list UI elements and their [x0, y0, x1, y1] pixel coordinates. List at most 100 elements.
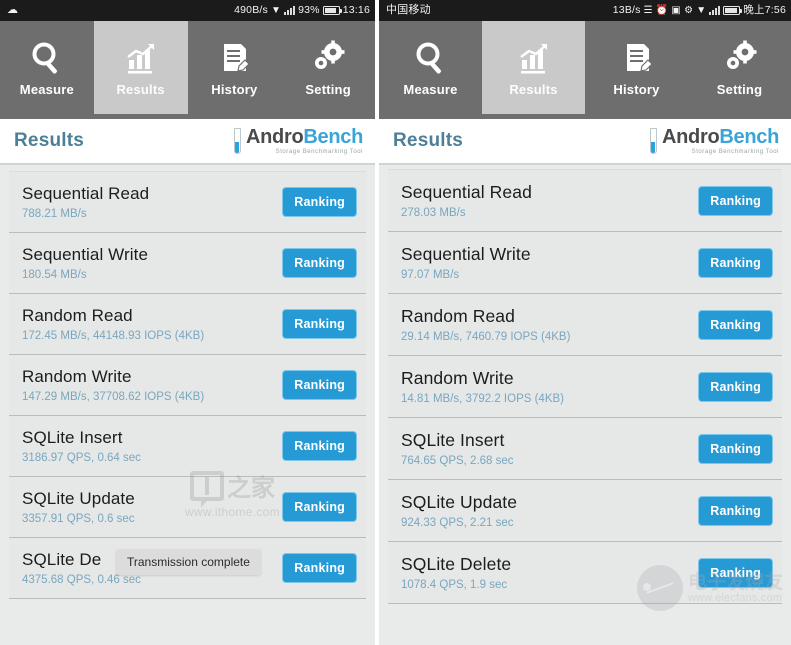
- result-value: 4375.68 QPS, 0.46 sec: [22, 574, 141, 586]
- tab-measure[interactable]: Measure: [379, 21, 482, 114]
- right-status-bar: 中国移动 13B/s ☰ ⏰ ▣ ⚙ ▼ 晚上7:56: [379, 0, 791, 21]
- result-row[interactable]: Sequential Read 278.03 MB/s Ranking: [388, 169, 782, 232]
- left-tab-bar[interactable]: Measure Results History Setting: [0, 21, 375, 114]
- right-tab-bar[interactable]: Measure Results History Setting: [379, 21, 791, 114]
- cloud-icon: ☁: [7, 4, 19, 16]
- ranking-button[interactable]: Ranking: [699, 248, 772, 277]
- screenshot-icon: ▣: [671, 4, 682, 16]
- ranking-button[interactable]: Ranking: [699, 310, 772, 339]
- battery-percent-label: 93%: [298, 4, 320, 17]
- tab-measure-label: Measure: [403, 82, 458, 97]
- ranking-button[interactable]: Ranking: [283, 188, 356, 216]
- alarm-icon: ⏰: [655, 4, 669, 16]
- result-value: 97.07 MB/s: [401, 269, 460, 281]
- result-row[interactable]: Sequential Read 788.21 MB/s Ranking: [9, 171, 366, 233]
- ranking-button[interactable]: Ranking: [283, 371, 356, 399]
- tab-setting[interactable]: Setting: [688, 21, 791, 114]
- result-row[interactable]: SQLite Insert 3186.97 QPS, 0.64 sec Rank…: [9, 416, 366, 477]
- vibrate-icon: ☰: [643, 4, 653, 16]
- clock-label: 13:16: [342, 4, 370, 17]
- logo-subtitle: Storage Benchmarking Tool: [691, 149, 779, 155]
- signal-icon: [284, 6, 296, 15]
- bar-chart-icon: [519, 44, 547, 74]
- result-value: 1078.4 QPS, 1.9 sec: [401, 579, 508, 591]
- gears-icon: [726, 40, 756, 69]
- result-row[interactable]: SQLite Update 924.33 QPS, 2.21 sec Ranki…: [388, 480, 782, 542]
- network-speed-label: 490B/s: [234, 4, 268, 17]
- result-value: 764.65 QPS, 2.68 sec: [401, 455, 514, 467]
- ranking-button[interactable]: Ranking: [283, 493, 356, 521]
- magnifier-icon: [32, 42, 57, 74]
- tab-results-label: Results: [509, 82, 558, 97]
- left-results-list: Sequential Read 788.21 MB/s Ranking Sequ…: [0, 165, 375, 599]
- magnifier-icon: [416, 42, 441, 74]
- result-row[interactable]: SQLite Insert 764.65 QPS, 2.68 sec Ranki…: [388, 418, 782, 480]
- ranking-button[interactable]: Ranking: [699, 434, 772, 463]
- result-title: Sequential Read: [401, 182, 532, 202]
- result-title: Random Read: [22, 306, 133, 325]
- result-title: Sequential Read: [22, 184, 150, 203]
- tab-history[interactable]: History: [585, 21, 688, 114]
- network-speed-label: 13B/s: [612, 4, 641, 17]
- ranking-button[interactable]: Ranking: [283, 432, 356, 460]
- bar-chart-icon: [126, 44, 154, 74]
- result-row[interactable]: Random Write 14.81 MB/s, 3792.2 IOPS (4K…: [388, 356, 782, 418]
- result-row[interactable]: Random Write 147.29 MB/s, 37708.62 IOPS …: [9, 355, 366, 416]
- battery-icon: [322, 6, 342, 15]
- result-value: 3186.97 QPS, 0.64 sec: [22, 452, 141, 464]
- clock-label: 晚上7:56: [743, 4, 786, 17]
- tab-results-label: Results: [116, 82, 165, 97]
- tab-measure-label: Measure: [19, 82, 74, 97]
- result-row[interactable]: SQLite Update 3357.91 QPS, 0.6 sec Ranki…: [9, 477, 366, 538]
- page-title: Results: [14, 130, 85, 151]
- result-title: Sequential Write: [22, 245, 149, 264]
- result-title: Random Write: [401, 368, 514, 388]
- ranking-button[interactable]: Ranking: [699, 496, 772, 525]
- tab-history[interactable]: History: [188, 21, 282, 114]
- result-title: SQLite Delete: [401, 554, 512, 574]
- result-row[interactable]: Sequential Write 180.54 MB/s Ranking: [9, 233, 366, 294]
- test-tube-icon: [649, 128, 658, 154]
- result-value: 924.33 QPS, 2.21 sec: [401, 517, 514, 529]
- result-row[interactable]: Random Read 172.45 MB/s, 44148.93 IOPS (…: [9, 294, 366, 355]
- result-value: 3357.91 QPS, 0.6 sec: [22, 513, 135, 525]
- result-row[interactable]: SQLite Delete 1078.4 QPS, 1.9 sec Rankin…: [388, 542, 782, 604]
- comparison-screenshot: ☁ 490B/s ▼ 93% 13:16 Measure Results His…: [0, 0, 791, 645]
- result-title: Random Read: [401, 306, 515, 326]
- right-results-header: Results AndroBench Storage Benchmarking …: [379, 119, 791, 165]
- tab-results[interactable]: Results: [93, 21, 188, 114]
- wifi-icon: ▼: [696, 4, 707, 16]
- logo-subtitle: Storage Benchmarking Tool: [275, 149, 363, 155]
- result-title: SQLite Update: [401, 492, 518, 512]
- result-title: SQLite Insert: [22, 428, 123, 447]
- left-phone-screenshot: ☁ 490B/s ▼ 93% 13:16 Measure Results His…: [0, 0, 375, 645]
- result-value: 180.54 MB/s: [22, 269, 87, 281]
- tab-history-label: History: [211, 82, 258, 97]
- logo-primary-text: Andro: [661, 126, 720, 148]
- result-value: 29.14 MB/s, 7460.79 IOPS (4KB): [401, 331, 571, 343]
- androbench-logo: AndroBench Storage Benchmarking Tool: [649, 127, 779, 155]
- ranking-button[interactable]: Ranking: [283, 554, 356, 582]
- left-results-header: Results AndroBench Storage Benchmarking …: [0, 119, 375, 165]
- tab-results[interactable]: Results: [482, 21, 585, 114]
- result-row[interactable]: Sequential Write 97.07 MB/s Ranking: [388, 232, 782, 294]
- ranking-button[interactable]: Ranking: [283, 310, 356, 338]
- left-status-bar: ☁ 490B/s ▼ 93% 13:16: [0, 0, 375, 21]
- tab-measure[interactable]: Measure: [0, 21, 94, 114]
- page-title: Results: [393, 130, 464, 151]
- ranking-button[interactable]: Ranking: [699, 186, 772, 215]
- result-row[interactable]: Random Read 29.14 MB/s, 7460.79 IOPS (4K…: [388, 294, 782, 356]
- battery-icon: [723, 6, 743, 15]
- tab-setting[interactable]: Setting: [281, 21, 375, 114]
- androbench-logo: AndroBench Storage Benchmarking Tool: [233, 127, 363, 155]
- logo-accent-text: Bench: [719, 126, 779, 148]
- result-title: Random Write: [22, 367, 132, 386]
- right-results-list: Sequential Read 278.03 MB/s Ranking Sequ…: [379, 165, 791, 604]
- toast-message: Transmission complete: [116, 549, 261, 575]
- result-value: 147.29 MB/s, 37708.62 IOPS (4KB): [22, 391, 205, 403]
- result-value: 14.81 MB/s, 3792.2 IOPS (4KB): [401, 393, 564, 405]
- ranking-button[interactable]: Ranking: [283, 249, 356, 277]
- ranking-button[interactable]: Ranking: [699, 558, 772, 587]
- test-tube-icon: [233, 128, 242, 154]
- ranking-button[interactable]: Ranking: [699, 372, 772, 401]
